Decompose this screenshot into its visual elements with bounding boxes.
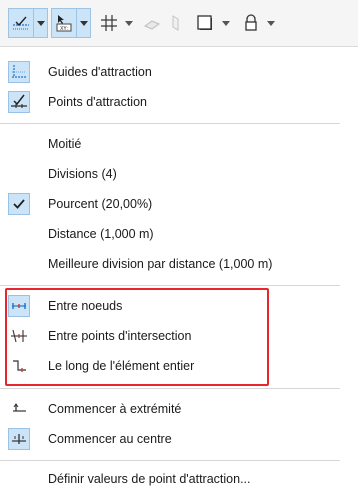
menu-separator — [0, 285, 340, 286]
checkmark-icon — [8, 193, 30, 215]
menu-item-divisions[interactable]: Divisions (4) — [0, 159, 340, 189]
menu-item-distance[interactable]: Distance (1,000 m) — [0, 219, 340, 249]
menu-item-label: Définir valeurs de point d'attraction... — [48, 472, 251, 486]
frame-dropdown-arrow[interactable] — [219, 8, 233, 38]
menu-item-label: Moitié — [48, 137, 82, 151]
grid-dropdown-arrow[interactable] — [122, 8, 136, 38]
menu-item-label: Meilleure division par distance (1,000 m… — [48, 257, 273, 271]
snap-points-icon — [8, 91, 30, 113]
menu-item-label: Commencer au centre — [48, 432, 172, 446]
guides-snap-icon[interactable] — [8, 8, 34, 38]
trace-icon[interactable] — [166, 8, 186, 38]
plane-icon[interactable] — [140, 8, 164, 38]
menu-item-best-division[interactable]: Meilleure division par distance (1,000 m… — [0, 249, 340, 279]
menu-separator — [0, 460, 340, 461]
xy-coordinates-icon[interactable]: XY: — [51, 8, 77, 38]
menu-separator — [0, 388, 340, 389]
menu-item-label: Points d'attraction — [48, 95, 147, 109]
menu-item-define-snap-values[interactable]: Définir valeurs de point d'attraction... — [0, 464, 340, 494]
menu-separator — [0, 123, 340, 124]
menu-item-label: Distance (1,000 m) — [48, 227, 154, 241]
menu-item-label: Guides d'attraction — [48, 65, 152, 79]
snap-toolbar: XY: — [0, 0, 358, 46]
menu-item-start-center[interactable]: Commencer au centre — [0, 424, 340, 454]
menu-item-snap-points[interactable]: Points d'attraction — [0, 87, 340, 117]
xy-dropdown-arrow[interactable] — [77, 8, 91, 38]
menu-item-percent[interactable]: Pourcent (20,00%) — [0, 189, 340, 219]
start-center-icon — [8, 428, 30, 450]
menu-item-label: Pourcent (20,00%) — [48, 197, 153, 211]
menu-item-half[interactable]: Moitié — [0, 129, 340, 159]
menu-item-start-endpoint[interactable]: Commencer à extrémité — [0, 394, 340, 424]
svg-text:XY:: XY: — [60, 26, 68, 32]
start-endpoint-icon — [8, 398, 30, 420]
highlight-box — [5, 288, 269, 386]
lock-icon[interactable] — [238, 8, 264, 38]
guides-icon — [8, 61, 30, 83]
guides-dropdown-arrow[interactable] — [34, 8, 48, 38]
menu-item-label: Divisions (4) — [48, 167, 117, 181]
frame-icon[interactable] — [192, 8, 218, 38]
menu-item-label: Commencer à extrémité — [48, 402, 182, 416]
menu-item-guides[interactable]: Guides d'attraction — [0, 57, 340, 87]
snap-options-menu: Guides d'attraction Points d'attraction … — [0, 46, 358, 491]
grid-snap-icon[interactable] — [96, 8, 122, 38]
lock-dropdown-arrow[interactable] — [264, 8, 278, 38]
